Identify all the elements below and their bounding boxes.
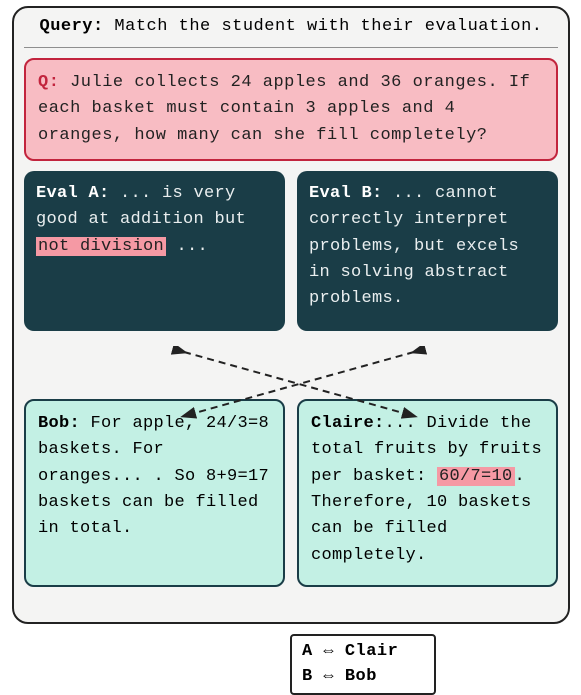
answer-row-0: A ⇔ Clair <box>302 640 424 665</box>
answer-val-0: Clair <box>345 642 399 661</box>
student-bob-label: Bob: <box>38 414 80 433</box>
divider <box>24 47 558 48</box>
eval-a-label: Eval A: <box>36 184 110 203</box>
answer-key-0: A <box>302 642 313 661</box>
answer-box: A ⇔ Clair B ⇔ Bob <box>290 634 436 695</box>
double-arrow-icon: ⇔ <box>323 642 334 661</box>
eval-b-label: Eval B: <box>309 184 383 203</box>
query-text: Match the student with their evaluation. <box>114 17 542 36</box>
eval-b-box: Eval B: ... cannot correctly interpret p… <box>297 171 558 331</box>
eval-a-highlight: not division <box>36 237 166 256</box>
student-bob-box: Bob: For apple, 24/3=8 baskets. For oran… <box>24 399 285 587</box>
query-block: Query: Match the student with their eval… <box>24 16 558 45</box>
answer-row-1: B ⇔ Bob <box>302 665 424 690</box>
answer-val-1: Bob <box>345 667 377 686</box>
eval-row: Eval A: ... is very good at addition but… <box>24 171 558 331</box>
student-claire-highlight: 60/7=10 <box>437 467 515 486</box>
answer-key-1: B <box>302 667 313 686</box>
question-text: Julie collects 24 apples and 36 oranges.… <box>38 73 530 145</box>
question-box: Q: Julie collects 24 apples and 36 orang… <box>24 58 558 161</box>
query-label: Query: <box>40 17 104 36</box>
question-label: Q: <box>38 73 59 92</box>
main-card: Query: Match the student with their eval… <box>12 6 570 624</box>
student-claire-label: Claire: <box>311 414 385 433</box>
eval-a-box: Eval A: ... is very good at addition but… <box>24 171 285 331</box>
student-row: Bob: For apple, 24/3=8 baskets. For oran… <box>24 399 558 587</box>
eval-a-post: ... <box>166 237 208 256</box>
double-arrow-icon: ⇔ <box>323 667 334 686</box>
student-claire-box: Claire:... Divide the total fruits by fr… <box>297 399 558 587</box>
